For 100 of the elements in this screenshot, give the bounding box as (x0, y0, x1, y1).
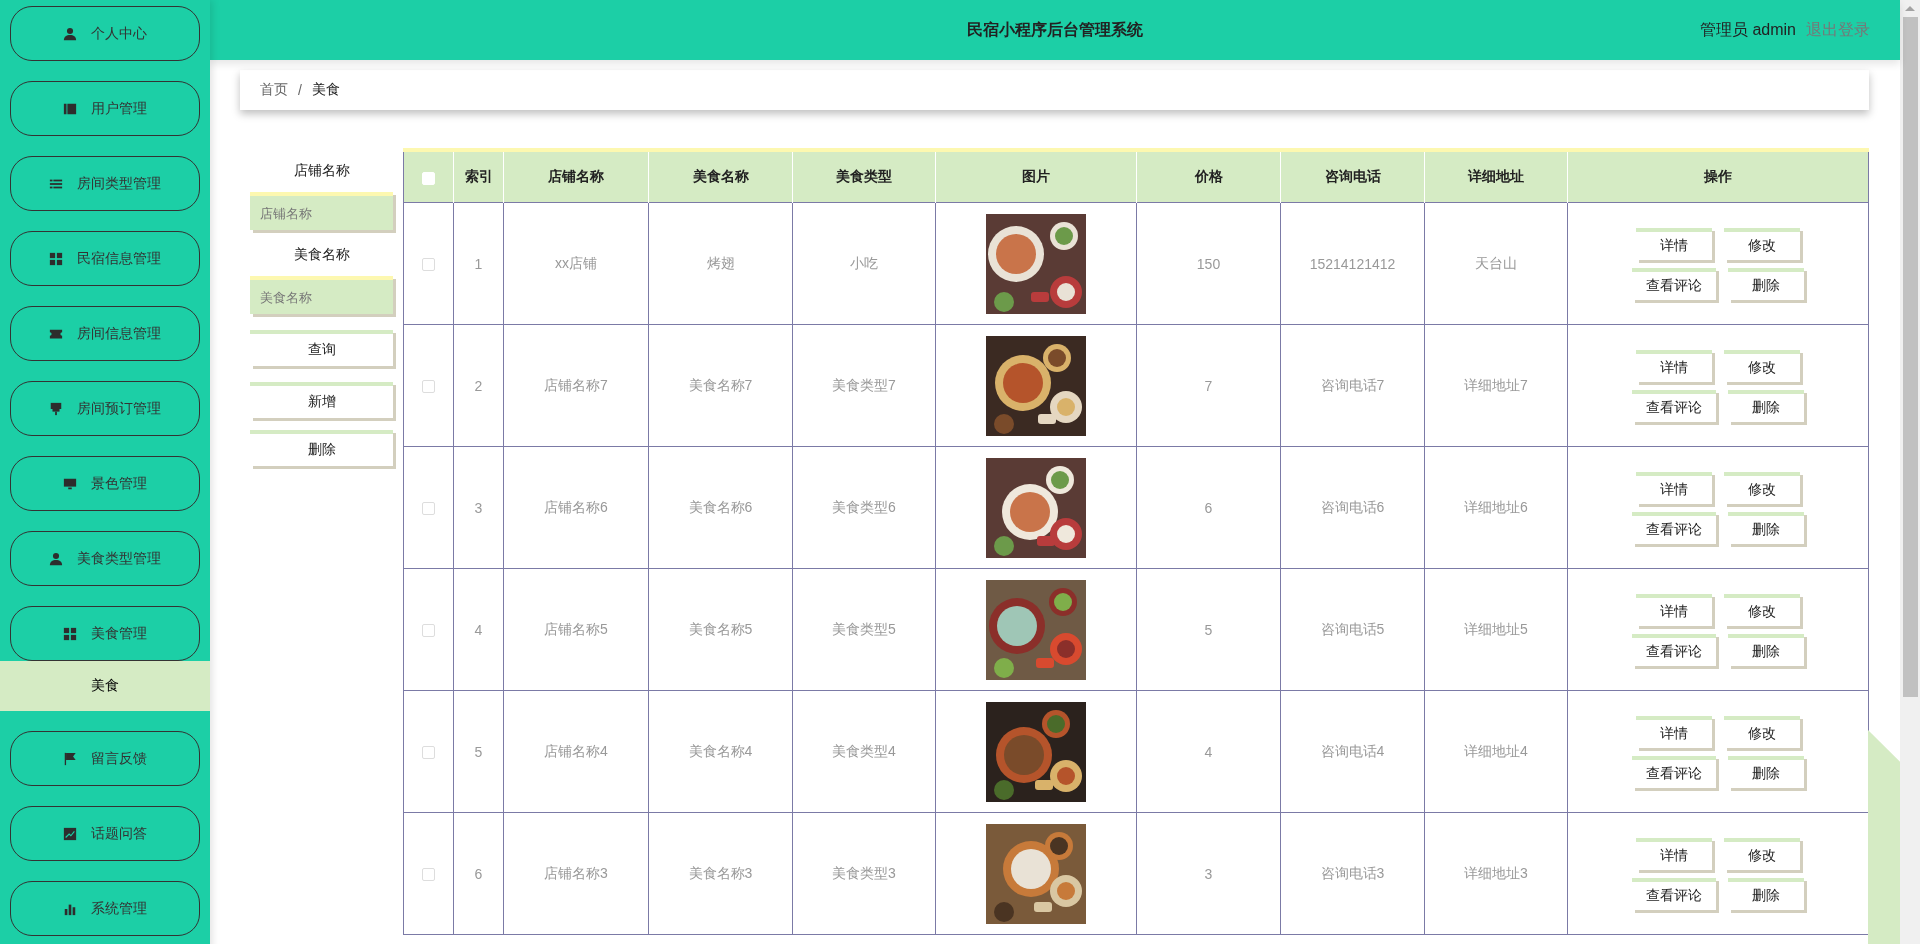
row-checkbox[interactable] (422, 746, 435, 760)
row-checkbox[interactable] (422, 380, 435, 394)
row-checkbox[interactable] (422, 624, 435, 638)
sidebar-item[interactable]: 房间信息管理 (10, 306, 200, 361)
action-button[interactable]: 详情 (1636, 227, 1712, 260)
select-all-checkbox[interactable] (422, 171, 435, 185)
column-header: 详细地址 (1424, 150, 1568, 203)
sidebar-item[interactable]: 美食管理 (10, 606, 200, 661)
action-button[interactable]: 查看评论 (1632, 877, 1716, 910)
action-button[interactable]: 修改 (1724, 227, 1800, 260)
sidebar-item[interactable]: 房间类型管理 (10, 156, 200, 211)
table-cell: 店铺名称4 (503, 690, 649, 813)
action-button[interactable]: 修改 (1724, 593, 1800, 626)
pin-icon (49, 401, 63, 416)
sidebar-item[interactable]: 房间预订管理 (10, 381, 200, 436)
table-cell: 天台山 (1424, 202, 1568, 325)
table-cell: 店铺名称7 (503, 324, 649, 447)
row-checkbox[interactable] (422, 258, 435, 272)
table-cell: 1 (453, 202, 504, 325)
table-cell: 详细地址7 (1424, 324, 1568, 447)
table-cell: 7 (1136, 324, 1281, 447)
table-cell: 咨询电话4 (1280, 690, 1425, 813)
column-header: 索引 (453, 150, 504, 203)
sidebar-item[interactable]: 民宿信息管理 (10, 231, 200, 286)
table-cell: 美食类型4 (792, 690, 936, 813)
sidebar-item[interactable]: 用户管理 (10, 81, 200, 136)
action-button[interactable]: 详情 (1636, 349, 1712, 382)
table-cell: 美食类型6 (792, 446, 936, 569)
sidebar-item[interactable]: 话题问答 (10, 806, 200, 861)
action-button[interactable]: 详情 (1636, 471, 1712, 504)
column-header: 价格 (1136, 150, 1281, 203)
user-label: 管理员 admin (1699, 19, 1796, 40)
breadcrumb-separator: / (298, 82, 302, 98)
scrollbar[interactable] (1900, 0, 1920, 944)
action-button[interactable]: 查看评论 (1632, 511, 1716, 544)
filter-button[interactable]: 新增 (250, 382, 393, 418)
action-button[interactable]: 删除 (1728, 511, 1804, 544)
sidebar-subitem[interactable]: 美食 (0, 661, 210, 711)
row-checkbox[interactable] (422, 502, 435, 516)
table-cell: 烤翅 (648, 202, 793, 325)
column-header: 咨询电话 (1280, 150, 1425, 203)
table-cell: 美食名称5 (648, 568, 793, 691)
action-button[interactable]: 查看评论 (1632, 389, 1716, 422)
search-field[interactable]: 美食名称 (250, 276, 393, 314)
action-button[interactable]: 删除 (1728, 389, 1804, 422)
person-icon (63, 26, 77, 41)
person-icon (49, 551, 63, 566)
action-button[interactable]: 修改 (1724, 837, 1800, 870)
book-icon (63, 101, 77, 116)
sidebar-item[interactable]: 留言反馈 (10, 731, 200, 786)
table-cell: 美食名称4 (648, 690, 793, 813)
table-cell: 咨询电话6 (1280, 446, 1425, 569)
action-button[interactable]: 修改 (1724, 471, 1800, 504)
table-cell: 15214121412 (1280, 202, 1425, 325)
column-header: 美食类型 (792, 150, 936, 203)
table-cell: 详细地址3 (1424, 812, 1568, 935)
action-button[interactable]: 删除 (1728, 267, 1804, 300)
sidebar-item[interactable]: 系统管理 (10, 881, 200, 936)
sidebar-item[interactable]: 个人中心 (10, 6, 200, 61)
action-button[interactable]: 删除 (1728, 755, 1804, 788)
action-button[interactable]: 详情 (1636, 715, 1712, 748)
table-cell: 美食名称6 (648, 446, 793, 569)
table-cell: 咨询电话3 (1280, 812, 1425, 935)
action-button[interactable]: 查看评论 (1632, 633, 1716, 666)
table-cell: 小吃 (792, 202, 936, 325)
action-button[interactable]: 查看评论 (1632, 755, 1716, 788)
action-button[interactable]: 修改 (1724, 715, 1800, 748)
sidebar-item[interactable]: 美食类型管理 (10, 531, 200, 586)
row-checkbox[interactable] (422, 868, 435, 882)
sidebar-item[interactable]: 景色管理 (10, 456, 200, 511)
table-cell: 6 (1136, 446, 1281, 569)
column-header: 美食名称 (648, 150, 793, 203)
table-cell: 店铺名称3 (503, 812, 649, 935)
table-cell: 详细地址6 (1424, 446, 1568, 569)
search-field[interactable]: 店铺名称 (250, 192, 393, 230)
table-cell: 5 (1136, 568, 1281, 691)
app-title: 民宿小程序后台管理系统 (967, 19, 1143, 40)
grid-icon (63, 626, 77, 641)
action-button[interactable]: 删除 (1728, 633, 1804, 666)
table-cell: 4 (453, 568, 504, 691)
action-button[interactable]: 删除 (1728, 877, 1804, 910)
table-cell: 美食名称3 (648, 812, 793, 935)
table-cell: 美食类型5 (792, 568, 936, 691)
breadcrumb-link[interactable]: 首页 (260, 81, 288, 99)
table-cell: xx店铺 (503, 202, 649, 325)
table-cell: 2 (453, 324, 504, 447)
table-cell: 美食类型7 (792, 324, 936, 447)
filter-button[interactable]: 删除 (250, 430, 393, 466)
action-button[interactable]: 修改 (1724, 349, 1800, 382)
table-cell: 美食名称7 (648, 324, 793, 447)
column-header: 操作 (1567, 150, 1869, 203)
column-header: 图片 (935, 150, 1137, 203)
action-button[interactable]: 详情 (1636, 837, 1712, 870)
action-button[interactable]: 查看评论 (1632, 267, 1716, 300)
table-cell: 美食类型3 (792, 812, 936, 935)
field-label: 美食名称 (292, 246, 351, 264)
monitor-icon (63, 476, 77, 491)
filter-button[interactable]: 查询 (250, 330, 393, 366)
chart-icon (63, 826, 77, 841)
action-button[interactable]: 详情 (1636, 593, 1712, 626)
